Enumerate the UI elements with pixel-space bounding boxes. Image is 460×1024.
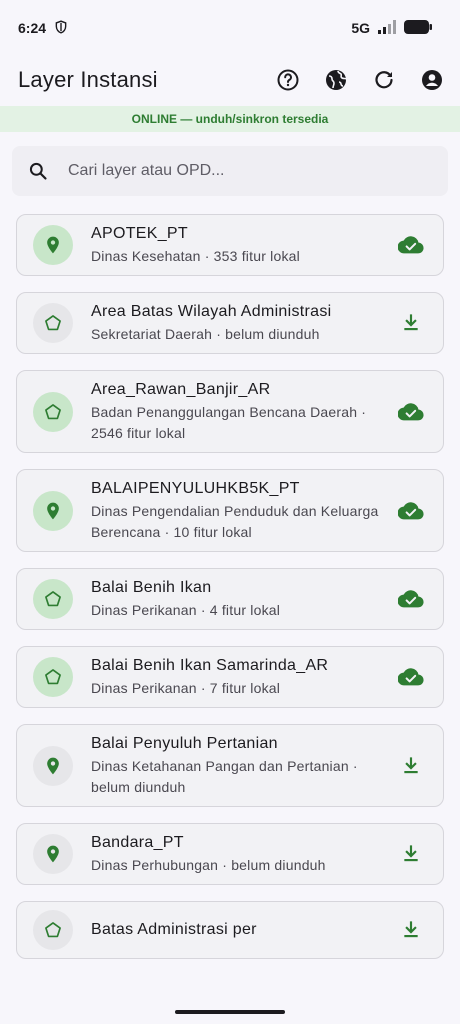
globe-icon <box>326 70 347 90</box>
search-bar[interactable] <box>12 146 448 196</box>
globe-button[interactable] <box>320 64 352 96</box>
cloud-done-icon <box>397 589 425 609</box>
cloud-done-icon <box>397 501 425 521</box>
layer-text: APOTEK_PT Dinas Kesehatan · 353 fitur lok… <box>91 223 383 267</box>
layer-title: Balai Benih Ikan Samarinda_AR <box>91 657 329 674</box>
layer-card[interactable]: Area_Rawan_Banjir_AR Badan Penanggulangan… <box>16 370 444 453</box>
location-pin-icon <box>33 490 73 531</box>
layer-card[interactable]: BALAIPENYULUHKB5K_PT Dinas Pengendalian P… <box>16 469 444 552</box>
layer-subtitle: Dinas Kesehatan · 353 fitur lokal <box>91 248 300 264</box>
layer-title: Area Batas Wilayah Administrasi <box>91 303 332 320</box>
polygon-icon <box>33 303 73 343</box>
search-input[interactable] <box>68 162 408 180</box>
page-title: Layer Instansi <box>18 67 158 92</box>
layer-card[interactable]: Balai Benih Ikan Samarinda_AR Dinas Perik… <box>16 646 444 708</box>
layer-subtitle: Sekretariat Daerah · belum diunduh <box>91 326 320 342</box>
layer-text: Area Batas Wilayah Administrasi Sekretari… <box>91 301 383 345</box>
gesture-bar[interactable] <box>175 1010 285 1014</box>
signal-icon <box>378 19 396 37</box>
polygon-icon <box>33 657 73 697</box>
status-time: 6:24 <box>18 20 47 36</box>
layer-title: Bandara_PT <box>91 834 184 851</box>
layer-subtitle: Dinas Perikanan · 7 fitur lokal <box>91 680 281 696</box>
download-button[interactable] <box>397 756 425 776</box>
layer-subtitle: Dinas Pengendalian Penduduk dan Keluarga… <box>91 503 379 540</box>
polygon-icon <box>33 391 73 432</box>
layer-card[interactable]: Balai Penyuluh Pertanian Dinas Ketahanan … <box>16 724 444 807</box>
help-icon <box>277 69 299 91</box>
layer-title: APOTEK_PT <box>91 225 188 242</box>
cloud-done-icon <box>397 402 425 422</box>
layer-subtitle: Badan Penanggulangan Bencana Daerah · 25… <box>91 404 367 441</box>
layer-title: Balai Benih Ikan <box>91 579 212 596</box>
app-bar: Layer Instansi <box>0 56 460 104</box>
cloud-done-icon <box>397 667 425 687</box>
status-bar: 6:24 5G <box>0 0 460 56</box>
download-button[interactable] <box>397 844 425 864</box>
layer-card[interactable]: Balai Benih Ikan Dinas Perikanan · 4 fitu… <box>16 568 444 630</box>
layer-list[interactable]: APOTEK_PT Dinas Kesehatan · 353 fitur lok… <box>0 214 460 998</box>
layer-title: Balai Penyuluh Pertanian <box>91 735 278 752</box>
layer-text: Batas Administrasi per <box>91 919 383 941</box>
location-pin-icon <box>33 225 73 265</box>
layer-text: Balai Penyuluh Pertanian Dinas Ketahanan … <box>91 733 383 798</box>
download-button[interactable] <box>397 920 425 940</box>
layer-text: Bandara_PT Dinas Perhubungan · belum diun… <box>91 832 383 876</box>
location-pin-icon <box>33 834 73 874</box>
layer-title: Batas Administrasi per <box>91 921 257 938</box>
network-label: 5G <box>351 20 370 36</box>
shield-icon <box>54 19 68 37</box>
layer-title: Area_Rawan_Banjir_AR <box>91 381 271 398</box>
layer-subtitle: Dinas Ketahanan Pangan dan Pertanian · b… <box>91 758 358 795</box>
search-icon <box>29 162 47 180</box>
layer-title: BALAIPENYULUHKB5K_PT <box>91 480 300 497</box>
layer-text: Area_Rawan_Banjir_AR Badan Penanggulangan… <box>91 379 383 444</box>
download-button[interactable] <box>397 313 425 333</box>
battery-icon <box>404 19 432 37</box>
layer-card[interactable]: Bandara_PT Dinas Perhubungan · belum diun… <box>16 823 444 885</box>
online-status-banner: ONLINE — unduh/sinkron tersedia <box>0 106 460 132</box>
account-button[interactable] <box>416 64 448 96</box>
layer-text: Balai Benih Ikan Dinas Perikanan · 4 fitu… <box>91 577 383 621</box>
account-icon <box>422 70 442 90</box>
help-button[interactable] <box>272 64 304 96</box>
layer-card[interactable]: Area Batas Wilayah Administrasi Sekretari… <box>16 292 444 354</box>
layer-text: BALAIPENYULUHKB5K_PT Dinas Pengendalian P… <box>91 478 383 543</box>
layer-subtitle: Dinas Perhubungan · belum diunduh <box>91 857 326 873</box>
location-pin-icon <box>33 745 73 786</box>
cloud-done-icon <box>397 235 425 255</box>
refresh-button[interactable] <box>368 64 400 96</box>
polygon-icon <box>33 579 73 619</box>
refresh-icon <box>375 71 393 89</box>
layer-subtitle: Dinas Perikanan · 4 fitur lokal <box>91 602 281 618</box>
layer-card[interactable]: Batas Administrasi per <box>16 901 444 959</box>
layer-text: Balai Benih Ikan Samarinda_AR Dinas Perik… <box>91 655 383 699</box>
layer-card[interactable]: APOTEK_PT Dinas Kesehatan · 353 fitur lok… <box>16 214 444 276</box>
polygon-icon <box>33 910 73 950</box>
